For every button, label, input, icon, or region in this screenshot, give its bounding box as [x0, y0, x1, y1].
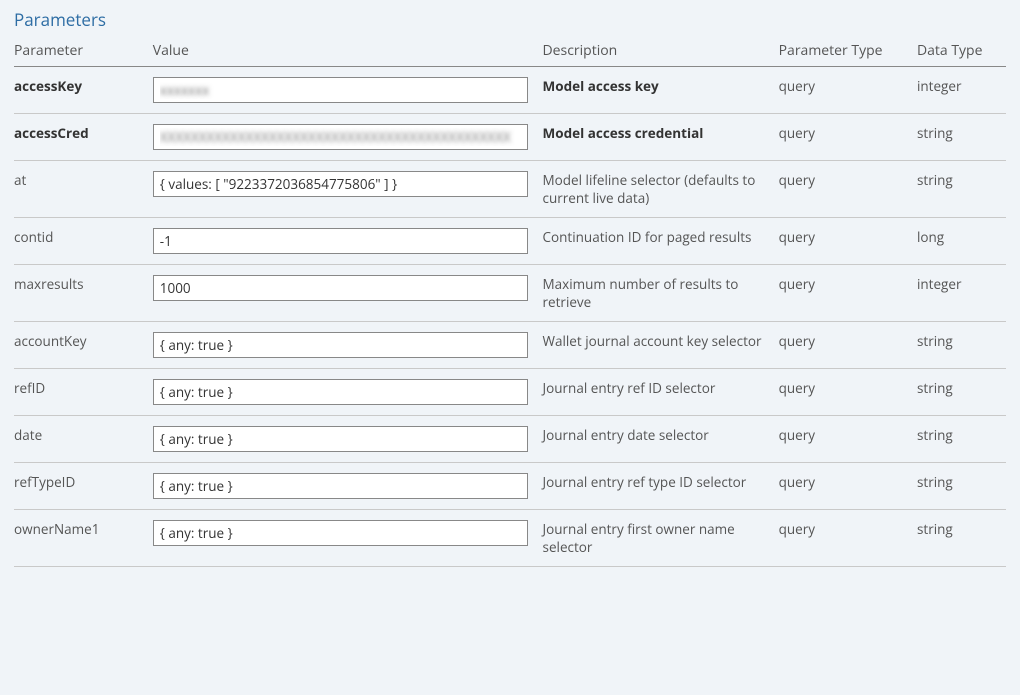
param-name: accountKey — [14, 322, 153, 369]
table-row: ownerName1 Journal entry first owner name… — [14, 510, 1006, 567]
data-type: integer — [917, 265, 1006, 322]
parameters-heading: Parameters — [14, 8, 1006, 31]
data-type: integer — [917, 67, 1006, 114]
param-value-cell — [153, 67, 543, 114]
data-type: string — [917, 322, 1006, 369]
data-type: string — [917, 369, 1006, 416]
param-value-cell — [153, 463, 543, 510]
param-value-input[interactable] — [153, 520, 528, 546]
param-name: date — [14, 416, 153, 463]
param-name: accessKey — [14, 67, 153, 114]
param-value-input[interactable] — [153, 77, 528, 103]
param-description: Journal entry ref ID selector — [543, 369, 779, 416]
param-value-cell — [153, 510, 543, 567]
param-description: Model access credential — [543, 114, 779, 161]
param-description: Journal entry first owner name selector — [543, 510, 779, 567]
param-description: Journal entry ref type ID selector — [543, 463, 779, 510]
param-value-cell — [153, 161, 543, 218]
param-value-cell — [153, 265, 543, 322]
col-header-description: Description — [543, 37, 779, 67]
param-value-input[interactable] — [153, 275, 528, 301]
table-row: refID Journal entry ref ID selectorquerys… — [14, 369, 1006, 416]
data-type: string — [917, 161, 1006, 218]
table-row: contid Continuation ID for paged resultsq… — [14, 218, 1006, 265]
param-type: query — [779, 369, 917, 416]
table-row: refTypeID Journal entry ref type ID selec… — [14, 463, 1006, 510]
parameters-table: Parameter Value Description Parameter Ty… — [14, 37, 1006, 567]
param-name: refTypeID — [14, 463, 153, 510]
table-row: date Journal entry date selectorquerystri… — [14, 416, 1006, 463]
param-type: query — [779, 416, 917, 463]
param-name: ownerName1 — [14, 510, 153, 567]
param-type: query — [779, 510, 917, 567]
col-header-parameter-type: Parameter Type — [779, 37, 917, 67]
param-value-input[interactable] — [153, 124, 528, 150]
data-type: string — [917, 463, 1006, 510]
param-type: query — [779, 218, 917, 265]
param-type: query — [779, 463, 917, 510]
param-value-cell — [153, 114, 543, 161]
table-row: maxresults Maximum number of results to r… — [14, 265, 1006, 322]
param-type: query — [779, 67, 917, 114]
param-description: Journal entry date selector — [543, 416, 779, 463]
param-value-cell — [153, 322, 543, 369]
param-name: maxresults — [14, 265, 153, 322]
param-type: query — [779, 322, 917, 369]
col-header-value: Value — [153, 37, 543, 67]
param-value-input[interactable] — [153, 379, 528, 405]
param-description: Maximum number of results to retrieve — [543, 265, 779, 322]
col-header-data-type: Data Type — [917, 37, 1006, 67]
data-type: long — [917, 218, 1006, 265]
table-row: accountKey Wallet journal account key sel… — [14, 322, 1006, 369]
param-value-input[interactable] — [153, 473, 528, 499]
table-row: at Model lifeline selector (defaults to c… — [14, 161, 1006, 218]
param-type: query — [779, 161, 917, 218]
param-type: query — [779, 114, 917, 161]
param-description: Model access key — [543, 67, 779, 114]
param-type: query — [779, 265, 917, 322]
param-value-input[interactable] — [153, 228, 528, 254]
param-value-cell — [153, 369, 543, 416]
table-row: accessKey Model access keyqueryinteger — [14, 67, 1006, 114]
data-type: string — [917, 114, 1006, 161]
param-name: contid — [14, 218, 153, 265]
param-value-cell — [153, 416, 543, 463]
param-name: at — [14, 161, 153, 218]
param-value-input[interactable] — [153, 171, 528, 197]
param-value-input[interactable] — [153, 332, 528, 358]
param-name: accessCred — [14, 114, 153, 161]
data-type: string — [917, 416, 1006, 463]
data-type: string — [917, 510, 1006, 567]
param-name: refID — [14, 369, 153, 416]
col-header-parameter: Parameter — [14, 37, 153, 67]
param-value-cell — [153, 218, 543, 265]
table-row: accessCred Model access credentialqueryst… — [14, 114, 1006, 161]
param-description: Model lifeline selector (defaults to cur… — [543, 161, 779, 218]
param-description: Wallet journal account key selector — [543, 322, 779, 369]
param-description: Continuation ID for paged results — [543, 218, 779, 265]
param-value-input[interactable] — [153, 426, 528, 452]
